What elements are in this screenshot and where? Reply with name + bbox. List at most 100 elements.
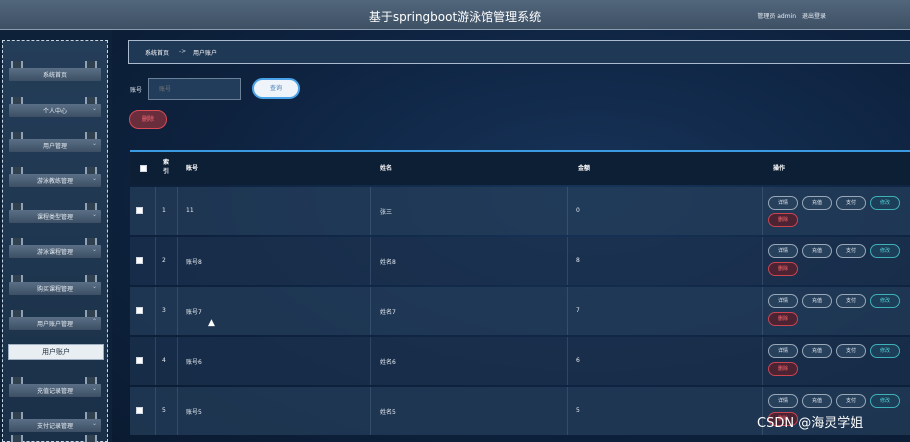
row-amount: 6 bbox=[576, 357, 580, 364]
select-all-checkbox[interactable] bbox=[140, 165, 147, 172]
edit-button[interactable]: 修改 bbox=[870, 196, 900, 210]
sidebar-item-course-management[interactable]: 游泳课程管理 ⌄ bbox=[5, 232, 105, 260]
row-account: 11 bbox=[186, 207, 194, 214]
row-index: 4 bbox=[162, 357, 166, 364]
row-account: 账号8 bbox=[186, 259, 202, 266]
pay-button[interactable]: 支付 bbox=[836, 244, 866, 258]
pillar-icon bbox=[11, 435, 23, 442]
watermark: CSDN @海灵学姐 bbox=[757, 416, 864, 431]
recharge-button[interactable]: 充值 bbox=[802, 244, 832, 258]
row-name: 张三 bbox=[380, 209, 393, 216]
sidebar-item-home[interactable]: 系统首页 bbox=[5, 55, 105, 83]
table-row: 3 账号7 姓名7 7 详情 充值 支付 修改 删除 bbox=[130, 287, 910, 335]
sidebar: 系统首页 个人中心 ⌄ 用户管理 ⌄ 游泳教练管理 ⌄ 课程类型管理 ⌄ 游泳课… bbox=[2, 40, 108, 442]
row-account: 账号6 bbox=[186, 359, 202, 366]
breadcrumb: 系统首页 -> 用户账户 bbox=[128, 40, 910, 64]
row-account: 账号5 bbox=[186, 409, 202, 416]
sidebar-subitem-user-account[interactable]: 用户账户 bbox=[8, 344, 104, 360]
column-header-actions: 操作 bbox=[773, 165, 786, 172]
edit-button[interactable]: 修改 bbox=[870, 344, 900, 358]
sidebar-item-label: 系统首页 bbox=[42, 72, 67, 79]
column-header-amount: 金额 bbox=[578, 165, 591, 172]
user-role: 管理员 admin bbox=[757, 13, 797, 20]
chevron-up-icon: ⌃ bbox=[91, 318, 97, 325]
delete-button[interactable]: 删除 bbox=[768, 213, 798, 227]
row-checkbox[interactable] bbox=[136, 307, 143, 314]
row-checkbox[interactable] bbox=[136, 257, 143, 264]
sidebar-item-recharge-records[interactable]: 充值记录管理 ⌄ bbox=[5, 371, 105, 399]
sidebar-item-label: 游泳教练管理 bbox=[36, 178, 73, 185]
sidebar-item-payment-records[interactable]: 支付记录管理 ⌄ bbox=[5, 406, 105, 434]
column-header-account: 账号 bbox=[186, 165, 199, 172]
sidebar-item-label: 游泳课程管理 bbox=[36, 249, 73, 256]
sidebar-item-label: 课程类型管理 bbox=[36, 214, 73, 221]
bulk-delete-button[interactable]: 删除 bbox=[129, 110, 167, 129]
pay-button[interactable]: 支付 bbox=[836, 294, 866, 308]
delete-button[interactable]: 删除 bbox=[768, 312, 798, 326]
recharge-button[interactable]: 充值 bbox=[802, 344, 832, 358]
sidebar-item-label: 个人中心 bbox=[42, 108, 67, 115]
recharge-button[interactable]: 充值 bbox=[802, 394, 832, 408]
row-name: 姓名7 bbox=[380, 309, 396, 316]
pillar-icon bbox=[85, 435, 97, 442]
row-checkbox[interactable] bbox=[136, 407, 143, 414]
breadcrumb-current: 用户账户 bbox=[193, 50, 218, 57]
row-index: 1 bbox=[162, 207, 166, 214]
row-index: 3 bbox=[162, 307, 166, 314]
detail-button[interactable]: 详情 bbox=[768, 244, 798, 258]
account-table: 索 引 账号 姓名 金额 操作 1 11 张三 0 详情 充值 支付 修改 删除… bbox=[130, 150, 910, 442]
column-header-name: 姓名 bbox=[380, 165, 393, 172]
sidebar-item-account-management[interactable]: 用户账户管理 ⌃ bbox=[5, 304, 105, 332]
search-input[interactable] bbox=[148, 78, 241, 100]
chevron-down-icon: ⌄ bbox=[91, 140, 97, 147]
sidebar-item-course-type-management[interactable]: 课程类型管理 ⌄ bbox=[5, 197, 105, 225]
sidebar-item-personal-center[interactable]: 个人中心 ⌄ bbox=[5, 91, 105, 119]
chevron-down-icon: ⌄ bbox=[91, 105, 97, 112]
sidebar-item-coach-management[interactable]: 游泳教练管理 ⌄ bbox=[5, 161, 105, 189]
pay-button[interactable]: 支付 bbox=[836, 394, 866, 408]
chevron-down-icon: ⌄ bbox=[91, 175, 97, 182]
mouse-cursor-icon: ▲ bbox=[208, 318, 215, 328]
search-label: 账号 bbox=[130, 87, 143, 94]
row-name: 姓名5 bbox=[380, 409, 396, 416]
user-area: 管理员 admin 退出登录 bbox=[757, 11, 830, 20]
edit-button[interactable]: 修改 bbox=[870, 244, 900, 258]
edit-button[interactable]: 修改 bbox=[870, 394, 900, 408]
row-name: 姓名8 bbox=[380, 259, 396, 266]
sidebar-item-label: 用户管理 bbox=[42, 143, 67, 150]
sidebar-item-label: 用户账户管理 bbox=[36, 321, 73, 328]
row-amount: 7 bbox=[576, 307, 580, 314]
delete-button[interactable]: 删除 bbox=[768, 262, 798, 276]
breadcrumb-separator: -> bbox=[179, 48, 187, 55]
column-header-index: 索 引 bbox=[163, 159, 170, 175]
recharge-button[interactable]: 充值 bbox=[802, 196, 832, 210]
breadcrumb-home[interactable]: 系统首页 bbox=[145, 48, 169, 57]
detail-button[interactable]: 详情 bbox=[768, 294, 798, 308]
recharge-button[interactable]: 充值 bbox=[802, 294, 832, 308]
row-checkbox[interactable] bbox=[136, 357, 143, 364]
sidebar-item-label: 购买课程管理 bbox=[36, 286, 73, 293]
sidebar-item-label: 充值记录管理 bbox=[36, 388, 73, 395]
top-bar: 基于springboot游泳馆管理系统 管理员 admin 退出登录 bbox=[0, 0, 910, 30]
row-amount: 5 bbox=[576, 407, 580, 414]
pay-button[interactable]: 支付 bbox=[836, 344, 866, 358]
table-row: 2 账号8 姓名8 8 详情 充值 支付 修改 删除 bbox=[130, 237, 910, 285]
row-name: 姓名6 bbox=[380, 359, 396, 366]
detail-button[interactable]: 详情 bbox=[768, 196, 798, 210]
sidebar-item-purchase-management[interactable]: 购买课程管理 ⌄ bbox=[5, 269, 105, 297]
main-content: 系统首页 -> 用户账户 账号 查询 删除 索 引 账号 姓名 金额 操作 1 … bbox=[112, 30, 910, 442]
query-button[interactable]: 查询 bbox=[252, 78, 300, 99]
table-row: 1 11 张三 0 详情 充值 支付 修改 删除 bbox=[130, 187, 910, 235]
table-row: 4 账号6 姓名6 6 详情 充值 支付 修改 删除 bbox=[130, 337, 910, 385]
detail-button[interactable]: 详情 bbox=[768, 344, 798, 358]
row-checkbox[interactable] bbox=[136, 207, 143, 214]
row-index: 2 bbox=[162, 257, 166, 264]
chevron-down-icon: ⌄ bbox=[91, 420, 97, 427]
sidebar-item-user-management[interactable]: 用户管理 ⌄ bbox=[5, 126, 105, 154]
detail-button[interactable]: 详情 bbox=[768, 394, 798, 408]
chevron-down-icon: ⌄ bbox=[91, 211, 97, 218]
pay-button[interactable]: 支付 bbox=[836, 196, 866, 210]
logout-link[interactable]: 退出登录 bbox=[802, 13, 826, 20]
delete-button[interactable]: 删除 bbox=[768, 362, 798, 376]
edit-button[interactable]: 修改 bbox=[870, 294, 900, 308]
